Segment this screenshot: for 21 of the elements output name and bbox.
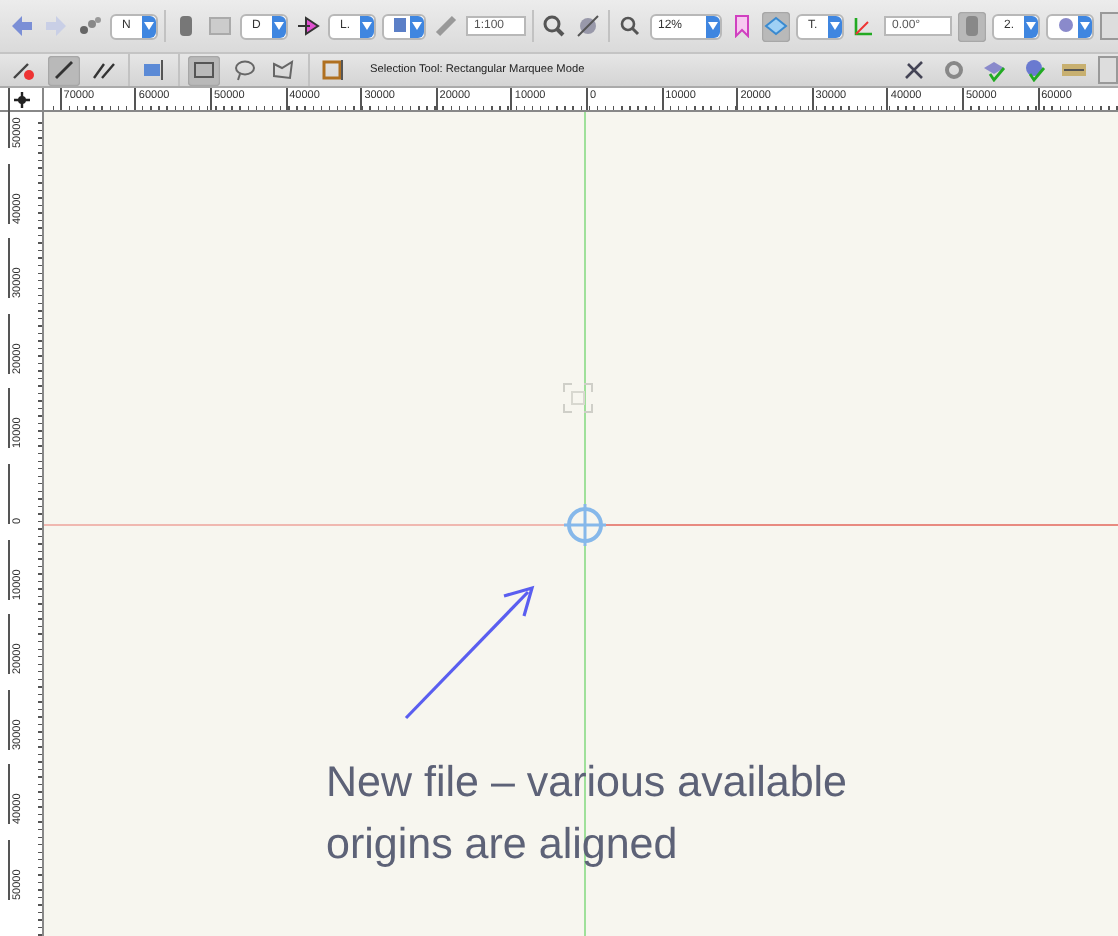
origin-icon (564, 504, 606, 546)
caret-icon (1026, 22, 1036, 30)
caret-icon (1080, 22, 1090, 30)
caret-icon (708, 22, 718, 30)
origin-marker-icon (562, 382, 594, 414)
crosshair-icon[interactable] (13, 91, 29, 107)
ruler-icon[interactable] (432, 11, 460, 41)
dropdown[interactable] (1046, 13, 1094, 39)
caret-icon (274, 22, 284, 30)
caret-icon (144, 22, 154, 30)
magnifier-icon[interactable] (540, 11, 568, 41)
caret-icon (412, 22, 422, 30)
dropdown[interactable] (382, 13, 426, 39)
back-arrow-icon[interactable] (8, 11, 36, 41)
sphere-icon (1058, 17, 1074, 31)
arrow (400, 580, 540, 724)
caret-icon (830, 22, 840, 30)
rectangle-icon[interactable] (188, 55, 220, 85)
line-tool-icon[interactable] (48, 55, 80, 85)
caret-icon (362, 22, 372, 30)
zoom-icon[interactable] (616, 11, 644, 41)
